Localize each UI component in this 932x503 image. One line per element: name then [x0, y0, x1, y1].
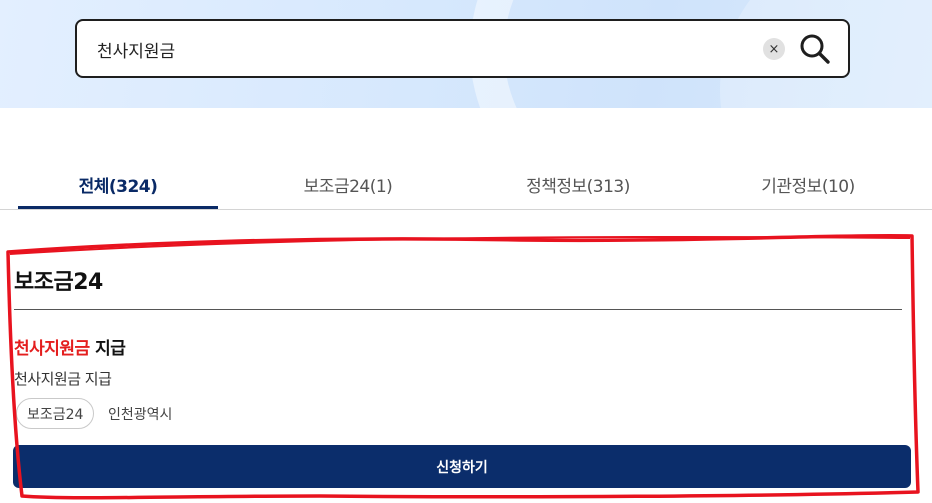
search-input[interactable]: [97, 35, 747, 63]
tab-all[interactable]: 전체(324): [18, 160, 218, 209]
search-button[interactable]: [799, 33, 831, 65]
region-label: 인천광역시: [108, 407, 173, 423]
result-description: 천사지원금 지급: [14, 370, 112, 388]
search-icon: [800, 34, 830, 64]
section-title: 보조금24: [14, 270, 103, 295]
result-title-rest: 지급: [89, 339, 126, 359]
tab-agency-info[interactable]: 기관정보(10): [708, 160, 908, 210]
category-badge: 보조금24: [16, 398, 95, 429]
tab-subsidy24[interactable]: 보조금24(1): [248, 160, 448, 210]
result-title[interactable]: 천사지원금 지급: [14, 334, 126, 359]
search-box: ×: [75, 19, 850, 78]
apply-button[interactable]: 신청하기: [13, 445, 911, 488]
result-tabs: 전체(324) 보조금24(1) 정책정보(313) 기관정보(10): [0, 160, 932, 210]
close-icon: ×: [768, 41, 780, 57]
section-divider: [14, 309, 902, 310]
search-banner: ×: [0, 0, 932, 108]
result-title-highlight: 천사지원금: [14, 339, 90, 359]
tab-policy-info[interactable]: 정책정보(313): [478, 160, 678, 210]
clear-search-button[interactable]: ×: [763, 38, 785, 60]
